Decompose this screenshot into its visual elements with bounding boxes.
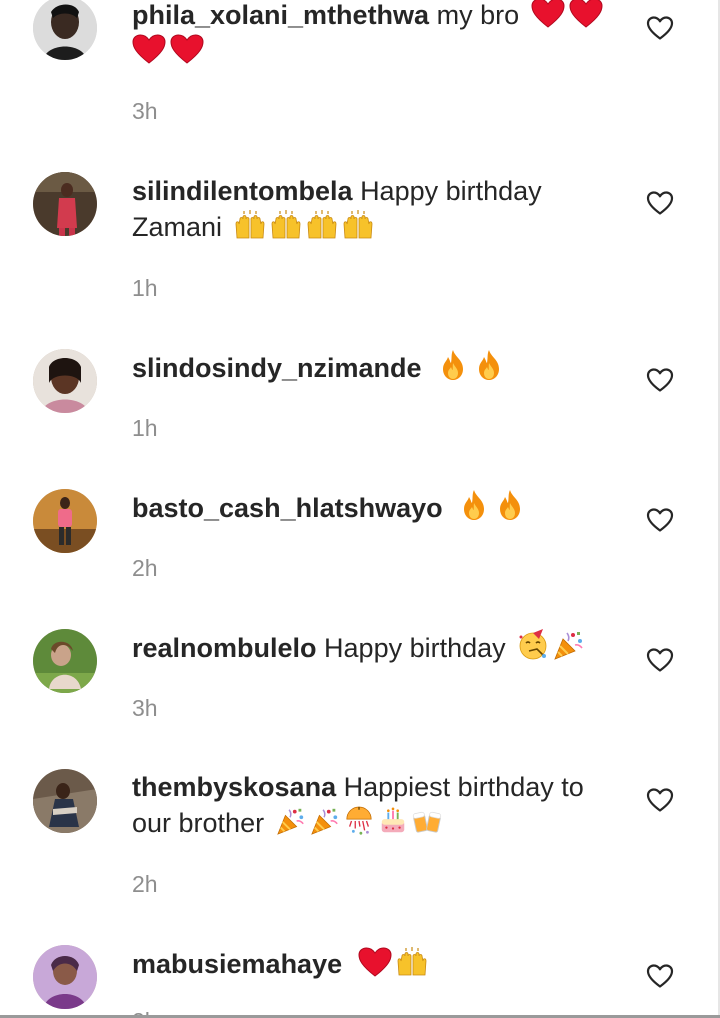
avatar[interactable] [33, 945, 97, 1009]
red-heart-icon [531, 0, 565, 28]
comment-time[interactable]: 3h [132, 695, 158, 722]
comment-text: silindilentombela Happy birthday Zamani [132, 173, 612, 245]
partying-face-icon [517, 629, 549, 661]
comment-time[interactable]: 2h [132, 555, 158, 582]
heart-icon[interactable] [646, 506, 674, 534]
raising-hands-icon [234, 210, 266, 240]
avatar[interactable] [33, 172, 97, 236]
confetti-ball-icon [344, 806, 374, 836]
comment-username[interactable]: thembyskosana [132, 772, 336, 802]
raising-hands-icon [396, 947, 428, 977]
avatar[interactable] [33, 489, 97, 553]
comment-username[interactable]: slindosindy_nzimande [132, 353, 422, 383]
comment-text: mabusiemahaye [132, 946, 612, 982]
heart-icon[interactable] [646, 646, 674, 674]
comment-time[interactable]: 1h [132, 415, 158, 442]
comment-body: Happy birthday [324, 633, 506, 663]
comment-text: basto_cash_hlatshwayo [132, 489, 612, 526]
party-popper-icon [310, 806, 340, 836]
heart-icon[interactable] [646, 14, 674, 42]
raising-hands-icon [306, 210, 338, 240]
party-popper-icon [276, 806, 306, 836]
raising-hands-icon [270, 210, 302, 240]
fire-icon [460, 489, 488, 521]
avatar[interactable] [33, 0, 97, 60]
comment-time[interactable]: 2h [132, 871, 158, 898]
comment-time[interactable]: 3h [132, 98, 158, 125]
fire-icon [496, 489, 524, 521]
comment-username[interactable]: basto_cash_hlatshwayo [132, 493, 443, 523]
clinking-beer-mugs-icon [412, 806, 442, 836]
heart-icon[interactable] [646, 366, 674, 394]
heart-icon[interactable] [646, 786, 674, 814]
comment-username[interactable]: realnombulelo [132, 633, 317, 663]
comment-text: slindosindy_nzimande [132, 349, 612, 386]
red-heart-icon [132, 34, 166, 64]
raising-hands-icon [342, 210, 374, 240]
comment-text: realnombulelo Happy birthday [132, 629, 612, 666]
fire-icon [439, 349, 467, 381]
red-heart-icon [358, 947, 392, 977]
birthday-cake-icon [378, 806, 408, 836]
comment-body: my bro [436, 0, 520, 30]
comment-username[interactable]: mabusiemahaye [132, 949, 342, 979]
heart-icon[interactable] [646, 962, 674, 990]
fire-icon [475, 349, 503, 381]
avatar[interactable] [33, 769, 97, 833]
party-popper-icon [553, 629, 585, 661]
avatar[interactable] [33, 349, 97, 413]
red-heart-icon [569, 0, 603, 28]
comment-text: thembyskosana Happiest birthday to our b… [132, 769, 612, 841]
comment-text: phila_xolani_mthethwa my bro [132, 0, 612, 69]
comment-username[interactable]: phila_xolani_mthethwa [132, 0, 429, 30]
comment-time[interactable]: 1h [132, 275, 158, 302]
heart-icon[interactable] [646, 189, 674, 217]
red-heart-icon [170, 34, 204, 64]
avatar[interactable] [33, 629, 97, 693]
comment-username[interactable]: silindilentombela [132, 176, 353, 206]
comments-screen: phila_xolani_mthethwa my bro 3h silindil… [0, 0, 720, 1018]
